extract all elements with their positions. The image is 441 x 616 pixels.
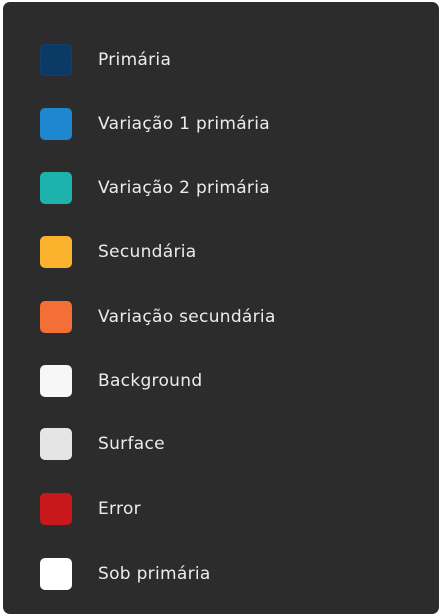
color-label-background: Background (98, 371, 203, 391)
color-item-sob-primaria[interactable]: Sob primária (3, 542, 439, 606)
color-item-variacao-2-primaria[interactable]: Variação 2 primária (3, 156, 439, 220)
color-label-variacao-secundaria: Variação secundária (98, 307, 276, 327)
color-swatch-primaria (40, 44, 72, 76)
color-item-error[interactable]: Error (3, 477, 439, 541)
color-swatch-sob-primaria (40, 558, 72, 590)
color-swatch-surface (40, 428, 72, 460)
color-menu-panel: Primária Variação 1 primária Variação 2 … (3, 2, 439, 614)
color-item-surface[interactable]: Surface (3, 412, 439, 476)
color-item-variacao-secundaria[interactable]: Variação secundária (3, 285, 439, 349)
color-label-variacao-2-primaria: Variação 2 primária (98, 178, 270, 198)
color-swatch-secundaria (40, 236, 72, 268)
color-item-secundaria[interactable]: Secundária (3, 220, 439, 284)
color-label-surface: Surface (98, 434, 165, 454)
color-swatch-variacao-2-primaria (40, 172, 72, 204)
color-label-primaria: Primária (98, 50, 172, 70)
color-swatch-variacao-1-primaria (40, 108, 72, 140)
color-label-variacao-1-primaria: Variação 1 primária (98, 114, 270, 134)
color-label-secundaria: Secundária (98, 242, 197, 262)
color-swatch-background (40, 365, 72, 397)
color-label-error: Error (98, 499, 141, 519)
color-item-variacao-1-primaria[interactable]: Variação 1 primária (3, 92, 439, 156)
color-item-background[interactable]: Background (3, 349, 439, 413)
color-label-sob-primaria: Sob primária (98, 564, 211, 584)
color-swatch-error (40, 493, 72, 525)
color-swatch-variacao-secundaria (40, 301, 72, 333)
color-item-primaria[interactable]: Primária (3, 28, 439, 92)
